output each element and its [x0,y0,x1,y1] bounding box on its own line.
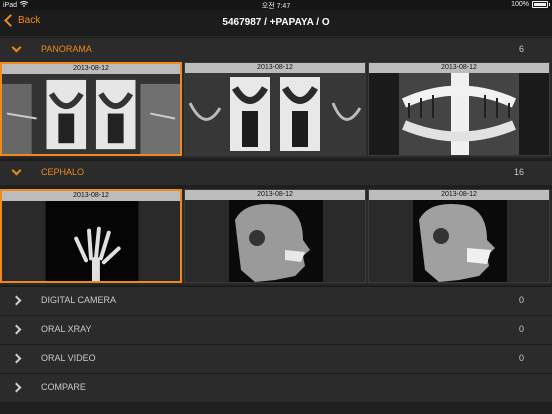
navigation-bar: Back 5467987 / +PAPAYA / O [0,10,552,37]
chevron-right-icon [11,324,22,335]
page-title: 5467987 / +PAPAYA / O [222,17,330,28]
chevron-right-icon [11,295,22,306]
thumbnail-row-panorama: 2013-08-12 2013-08-12 2013-08-12 [0,62,552,158]
chevron-down-icon [11,165,22,176]
section-title: COMPARE [41,382,86,392]
section-title: CEPHALO [41,167,85,177]
panoramic-xray-image [185,73,365,155]
section-header-cephalo[interactable]: CEPHALO 16 [0,160,552,185]
xray-thumbnail[interactable]: 2013-08-12 [0,62,182,156]
section-header-digital-camera[interactable]: DIGITAL CAMERA 0 [0,286,552,315]
xray-thumbnail[interactable]: 2013-08-12 [0,189,182,283]
section-count: 0 [518,324,524,334]
thumbnail-date: 2013-08-12 [369,190,549,200]
thumbnail-date: 2013-08-12 [2,64,180,74]
status-bar: iPad 오전 7:47 100% [0,0,552,10]
section-title: ORAL XRAY [41,324,92,334]
panoramic-xray-image [2,74,180,154]
section-header-oral-video[interactable]: ORAL VIDEO 0 [0,344,552,373]
panoramic-xray-image [369,73,549,155]
section-title: ORAL VIDEO [41,353,96,363]
section-count: 0 [518,353,524,363]
section-header-oral-xray[interactable]: ORAL XRAY 0 [0,315,552,344]
section-count: 6 [518,44,524,54]
thumbnail-date: 2013-08-12 [185,63,365,73]
cephalometric-xray-image [369,200,549,282]
chevron-right-icon [11,353,22,364]
xray-thumbnail[interactable]: 2013-08-12 [184,62,366,156]
hand-xray-image [2,201,180,281]
cephalometric-xray-image [185,200,365,282]
battery-icon [532,1,550,8]
battery-percent: 100% [511,1,529,8]
section-count: 16 [513,167,524,177]
thumbnail-date: 2013-08-12 [2,191,180,201]
section-title: PANORAMA [41,44,92,54]
section-header-compare[interactable]: COMPARE [0,373,552,402]
chevron-down-icon [11,42,22,53]
xray-thumbnail[interactable]: 2013-08-12 [184,189,366,283]
thumbnail-row-cephalo: 2013-08-12 2013-08-12 2013-08-12 [0,189,552,285]
xray-thumbnail[interactable]: 2013-08-12 [368,62,550,156]
section-title: DIGITAL CAMERA [41,295,117,305]
chevron-right-icon [11,382,22,393]
thumbnail-date: 2013-08-12 [185,190,365,200]
xray-thumbnail[interactable]: 2013-08-12 [368,189,550,283]
thumbnail-date: 2013-08-12 [369,63,549,73]
section-header-panorama[interactable]: PANORAMA 6 [0,37,552,62]
section-count: 0 [518,295,524,305]
